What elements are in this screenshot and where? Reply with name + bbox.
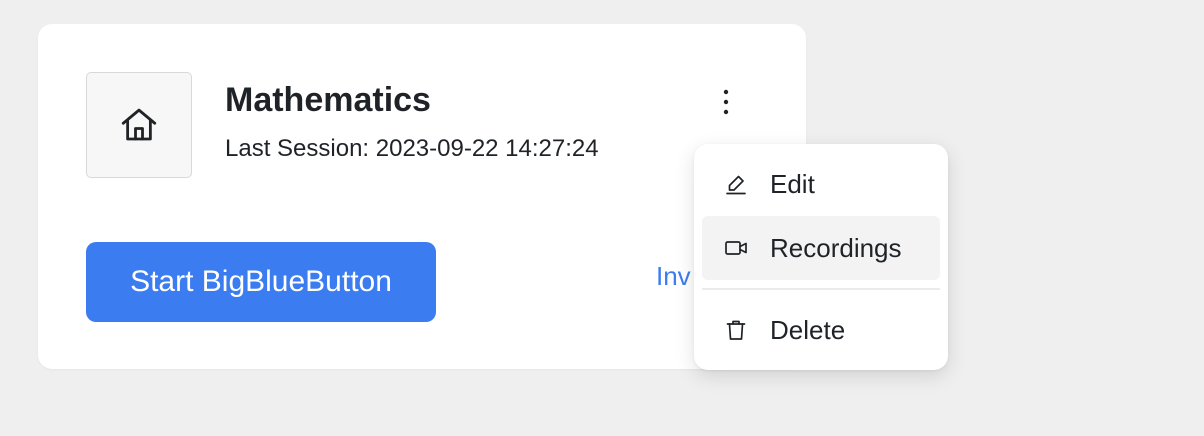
invite-link[interactable]: Inv [656, 260, 691, 292]
menu-divider [702, 288, 940, 290]
room-icon-box [86, 72, 192, 178]
last-session-text: Last Session: 2023-09-22 14:27:24 [225, 135, 599, 162]
menu-item-delete[interactable]: Delete [702, 298, 940, 362]
video-camera-icon [725, 241, 747, 255]
pencil-icon [726, 175, 746, 195]
room-title: Mathematics [225, 81, 431, 119]
room-card: Mathematics Last Session: 2023-09-22 14:… [38, 24, 806, 369]
room-options-menu: Edit Recordings Delete [694, 144, 948, 370]
room-options-button[interactable] [708, 82, 744, 122]
menu-item-label: Recordings [770, 233, 902, 263]
menu-item-edit[interactable]: Edit [702, 152, 940, 216]
trash-icon [726, 320, 746, 340]
kebab-menu-icon [723, 89, 729, 115]
home-icon [121, 108, 157, 141]
menu-item-recordings[interactable]: Recordings [702, 216, 940, 280]
menu-item-label: Delete [770, 315, 846, 345]
start-meeting-button[interactable]: Start BigBlueButton [86, 242, 436, 322]
menu-item-label: Edit [770, 169, 815, 199]
